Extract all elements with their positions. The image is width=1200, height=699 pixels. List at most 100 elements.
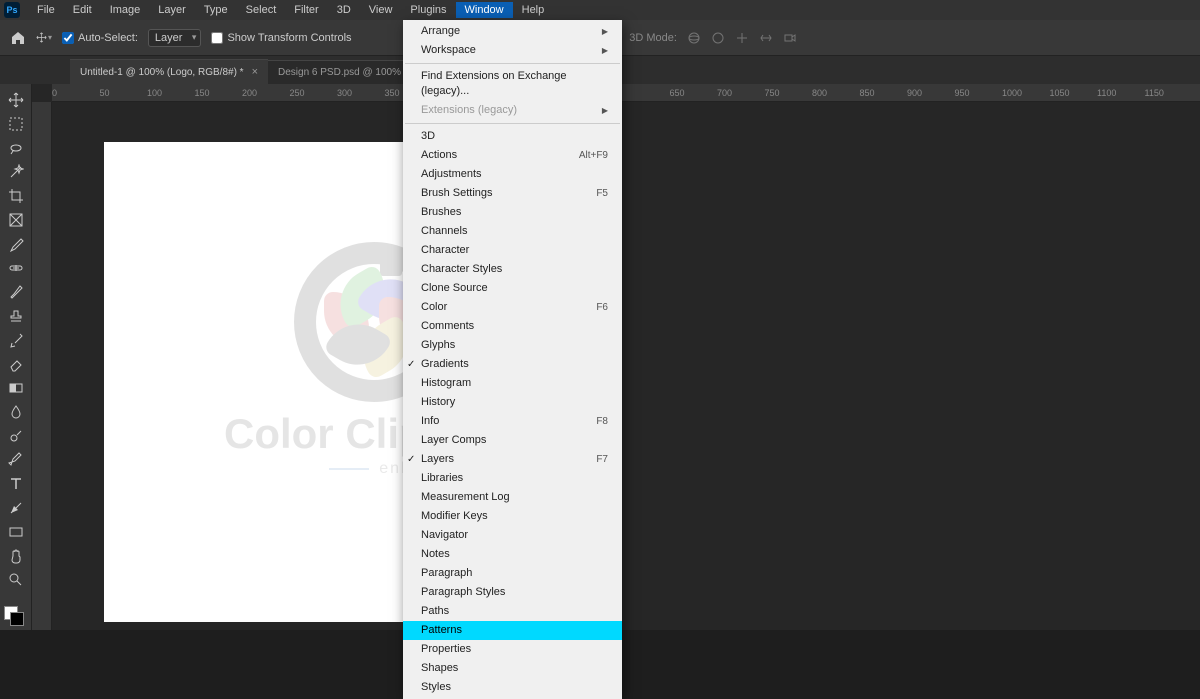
menu-edit[interactable]: Edit bbox=[64, 2, 101, 18]
menu-filter[interactable]: Filter bbox=[285, 2, 327, 18]
move-tool-indicator[interactable]: ▾ bbox=[36, 30, 52, 46]
dodge-tool[interactable] bbox=[2, 424, 30, 448]
roll-icon[interactable] bbox=[711, 31, 725, 45]
marquee-tool[interactable] bbox=[2, 112, 30, 136]
window-menu-dropdown: Arrange ▶ Workspace▶ Find Extensions on Exc… bbox=[403, 20, 622, 699]
menu-item-label: Properties bbox=[421, 642, 471, 657]
menu-item-history[interactable]: History bbox=[403, 393, 622, 412]
menu-item-label: Layer Comps bbox=[421, 433, 486, 448]
history-tool[interactable] bbox=[2, 328, 30, 352]
heal-tool[interactable] bbox=[2, 256, 30, 280]
menu-item-comments[interactable]: Comments bbox=[403, 317, 622, 336]
menu-item-label: Measurement Log bbox=[421, 490, 510, 505]
eraser-tool[interactable] bbox=[2, 352, 30, 376]
menu-view[interactable]: View bbox=[360, 2, 402, 18]
ruler-tick: 50 bbox=[100, 88, 110, 98]
menu-item-glyphs[interactable]: Glyphs bbox=[403, 336, 622, 355]
slide-icon[interactable] bbox=[759, 31, 773, 45]
ruler-tick: 750 bbox=[765, 88, 780, 98]
menu-item-shapes[interactable]: Shapes bbox=[403, 659, 622, 678]
menu-item-adjustments[interactable]: Adjustments bbox=[403, 165, 622, 184]
menu-item-modifier-keys[interactable]: Modifier Keys bbox=[403, 507, 622, 526]
hand-tool[interactable] bbox=[2, 544, 30, 568]
menu-item-color[interactable]: ColorF6 bbox=[403, 298, 622, 317]
lasso-tool[interactable] bbox=[2, 136, 30, 160]
eyedropper-tool[interactable] bbox=[2, 232, 30, 256]
ruler-tick: 700 bbox=[717, 88, 732, 98]
menu-item-layers[interactable]: ✓LayersF7 bbox=[403, 450, 622, 469]
menu-item-navigator[interactable]: Navigator bbox=[403, 526, 622, 545]
menu-item-arrange[interactable]: Arrange ▶ bbox=[403, 22, 622, 41]
auto-select-checkbox[interactable]: Auto-Select: bbox=[62, 32, 138, 44]
submenu-arrow-icon: ▶ bbox=[602, 24, 608, 39]
menu-image[interactable]: Image bbox=[101, 2, 150, 18]
show-transform-checkbox[interactable]: Show Transform Controls bbox=[211, 32, 351, 44]
submenu-arrow-icon: ▶ bbox=[602, 103, 608, 118]
gradient-tool[interactable] bbox=[2, 376, 30, 400]
menu-item-brush-settings[interactable]: Brush SettingsF5 bbox=[403, 184, 622, 203]
menu-item-label: Arrange bbox=[421, 24, 460, 39]
close-icon[interactable]: × bbox=[252, 66, 258, 78]
pan-icon[interactable] bbox=[735, 31, 749, 45]
menu-item-character-styles[interactable]: Character Styles bbox=[403, 260, 622, 279]
menu-item-channels[interactable]: Channels bbox=[403, 222, 622, 241]
menu-item-label: Paragraph Styles bbox=[421, 585, 505, 600]
menu-item-brushes[interactable]: Brushes bbox=[403, 203, 622, 222]
mode3d-label: 3D Mode: bbox=[629, 32, 677, 44]
type-tool[interactable] bbox=[2, 472, 30, 496]
crop-tool[interactable] bbox=[2, 184, 30, 208]
document-tab[interactable]: Design 6 PSD.psd @ 100% bbox=[268, 60, 411, 84]
auto-select-target[interactable]: Layer bbox=[148, 29, 202, 47]
menu-window[interactable]: Window bbox=[456, 2, 513, 18]
menu-item-label: Gradients bbox=[421, 357, 469, 372]
wand-tool[interactable] bbox=[2, 160, 30, 184]
menu-item-actions[interactable]: ActionsAlt+F9 bbox=[403, 146, 622, 165]
menu-item-libraries[interactable]: Libraries bbox=[403, 469, 622, 488]
menu-item-layer-comps[interactable]: Layer Comps bbox=[403, 431, 622, 450]
menu-item-gradients[interactable]: ✓Gradients bbox=[403, 355, 622, 374]
color-swatches[interactable] bbox=[0, 606, 32, 630]
menu-type[interactable]: Type bbox=[195, 2, 237, 18]
menu-item-workspace[interactable]: Workspace▶ bbox=[403, 41, 622, 60]
background-swatch[interactable] bbox=[10, 612, 24, 626]
home-icon[interactable] bbox=[10, 30, 26, 46]
menu-help[interactable]: Help bbox=[513, 2, 554, 18]
move-tool[interactable] bbox=[2, 88, 30, 112]
menu-item-properties[interactable]: Properties bbox=[403, 640, 622, 659]
rect-tool[interactable] bbox=[2, 520, 30, 544]
mode3d-icons bbox=[687, 31, 797, 45]
brush-tool[interactable] bbox=[2, 280, 30, 304]
menu-item-clone-source[interactable]: Clone Source bbox=[403, 279, 622, 298]
menu-item-patterns[interactable]: Patterns bbox=[403, 621, 622, 640]
menu-item-label: Extensions (legacy) bbox=[421, 103, 517, 118]
menu-item-paragraph-styles[interactable]: Paragraph Styles bbox=[403, 583, 622, 602]
menu-select[interactable]: Select bbox=[237, 2, 286, 18]
menu-item-paragraph[interactable]: Paragraph bbox=[403, 564, 622, 583]
menu-item-histogram[interactable]: Histogram bbox=[403, 374, 622, 393]
menu-3d[interactable]: 3D bbox=[328, 2, 360, 18]
menu-item-info[interactable]: InfoF8 bbox=[403, 412, 622, 431]
menu-item-measurement-log[interactable]: Measurement Log bbox=[403, 488, 622, 507]
menu-item-3d[interactable]: 3D bbox=[403, 127, 622, 146]
ruler-tick: 150 bbox=[195, 88, 210, 98]
path-tool[interactable] bbox=[2, 496, 30, 520]
camera-icon[interactable] bbox=[783, 31, 797, 45]
menu-file[interactable]: File bbox=[28, 2, 64, 18]
menu-item-find-extensions-on-exchange-legacy-[interactable]: Find Extensions on Exchange (legacy)... bbox=[403, 67, 622, 101]
menu-plugins[interactable]: Plugins bbox=[401, 2, 455, 18]
menu-layer[interactable]: Layer bbox=[149, 2, 195, 18]
menu-item-paths[interactable]: Paths bbox=[403, 602, 622, 621]
menu-item-label: Brush Settings bbox=[421, 186, 493, 201]
frame-tool[interactable] bbox=[2, 208, 30, 232]
menu-item-styles[interactable]: Styles bbox=[403, 678, 622, 697]
stamp-tool[interactable] bbox=[2, 304, 30, 328]
blur-tool[interactable] bbox=[2, 400, 30, 424]
zoom-tool[interactable] bbox=[2, 568, 30, 592]
document-tab[interactable]: Untitled-1 @ 100% (Logo, RGB/8#) *× bbox=[70, 59, 268, 84]
menu-item-label: Layers bbox=[421, 452, 454, 467]
menu-separator bbox=[405, 123, 620, 124]
menu-item-character[interactable]: Character bbox=[403, 241, 622, 260]
menu-item-notes[interactable]: Notes bbox=[403, 545, 622, 564]
orbit-icon[interactable] bbox=[687, 31, 701, 45]
pen-tool[interactable] bbox=[2, 448, 30, 472]
